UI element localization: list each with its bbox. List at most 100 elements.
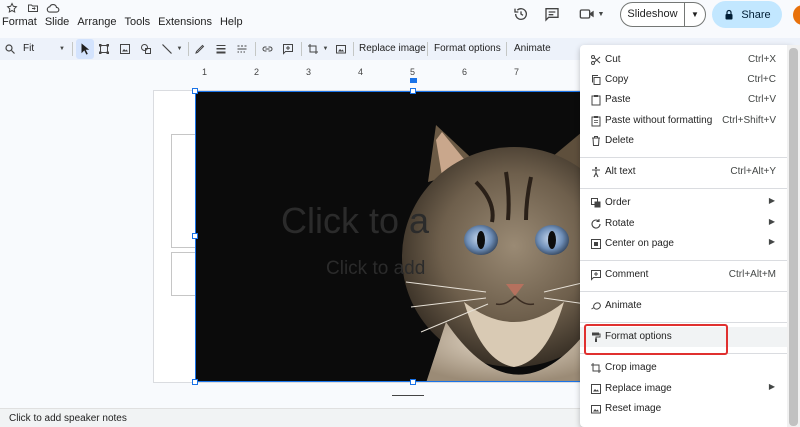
comment-add-icon [590,269,602,281]
title-placeholder-box[interactable] [171,134,195,248]
insert-image-icon[interactable] [119,43,131,55]
order-icon [590,197,602,209]
menu-item-label: Crop image [605,362,657,373]
replace-image-button[interactable]: Replace image [359,43,426,54]
video-call-icon[interactable] [579,7,595,21]
menu-item-label: Comment [605,269,649,280]
paste-icon [590,94,602,106]
menu-item-copy[interactable]: Copy Ctrl+C [580,70,793,90]
shape-icon[interactable] [140,43,152,55]
menu-item-label: Center on page [605,238,674,249]
menu-arrange[interactable]: Arrange [77,16,116,32]
menu-item-replace-image[interactable]: Replace image ▶ [580,379,793,399]
ruler-label: 6 [462,67,468,77]
pen-icon[interactable] [194,43,206,55]
menu-item-label: Replace image [605,383,672,394]
zoom-select[interactable]: Fit [23,43,34,54]
menu-item-shortcut: Ctrl+X [747,54,776,65]
add-comment-icon[interactable] [282,43,294,55]
menu-help[interactable]: Help [220,16,243,32]
menu-extensions[interactable]: Extensions [158,16,212,32]
menu-separator [580,157,793,158]
menu-separator [580,322,793,323]
avatar[interactable] [793,5,800,25]
menu-item-label: Paste [605,94,631,105]
menu-item-comment[interactable]: Comment Ctrl+Alt+M [580,265,793,285]
crop-dropdown-icon[interactable]: ▼ [322,45,329,53]
menu-item-center-on-page[interactable]: Center on page ▶ [580,234,793,254]
copy-icon [590,74,602,86]
resize-handle-left[interactable] [192,233,198,239]
menu-item-label: Reset image [605,403,662,414]
menu-tools[interactable]: Tools [124,16,150,32]
video-call-dropdown-icon[interactable]: ▼ [597,10,605,18]
menu-item-order[interactable]: Order ▶ [580,193,793,213]
menu-slide[interactable]: Slide [45,16,69,32]
resize-handle-bottom-left[interactable] [192,379,198,385]
reset-image-tool-icon[interactable] [335,43,347,55]
menu-item-alt-text[interactable]: Alt text Ctrl+Alt+Y [580,162,793,182]
menu-separator [580,260,793,261]
menu-item-shortcut: Ctrl+C [747,74,776,85]
submenu-arrow-icon: ▶ [768,217,775,226]
menu-item-animate[interactable]: Animate [580,296,793,316]
ruler-label: 7 [514,67,520,77]
select-frame-icon[interactable] [98,43,110,55]
line-dropdown-icon[interactable]: ▼ [176,45,183,53]
format-options-button[interactable]: Format options [434,43,501,54]
menu-item-cut[interactable]: Cut Ctrl+X [580,50,793,70]
line-dash-icon[interactable] [236,43,248,55]
share-label: Share [741,8,771,21]
subtitle-placeholder-text[interactable]: Click to add subtitle [326,258,426,280]
animate-button[interactable]: Animate [514,43,551,54]
menu-bar: Format Slide Arrange Tools Extensions He… [0,16,251,32]
slideshow-label[interactable]: Slideshow [621,3,685,26]
menu-item-shortcut: Ctrl+V [747,94,776,105]
menu-item-label: Copy [605,74,629,85]
subtitle-placeholder-box[interactable] [171,252,195,296]
cloud-status-icon[interactable] [46,2,60,14]
resize-handle-top-left[interactable] [192,88,198,94]
share-button[interactable]: Share [712,1,782,28]
submenu-arrow-icon: ▶ [768,196,775,205]
menu-item-label: Animate [605,300,642,311]
title-placeholder-text[interactable]: Click to add title [281,200,429,242]
line-weight-icon[interactable] [215,43,227,55]
menu-item-paste-without-formatting[interactable]: Paste without formatting Ctrl+Shift+V [580,111,793,131]
select-cursor-icon[interactable] [79,42,91,56]
line-icon[interactable] [161,43,173,55]
crop-tool-icon[interactable] [307,43,319,55]
format-options-highlight-box [584,324,728,355]
resize-handle-top[interactable] [410,88,416,94]
zoom-icon[interactable] [4,43,16,55]
ruler-label: 1 [202,67,208,77]
menu-item-delete[interactable]: Delete [580,131,793,151]
history-icon[interactable] [513,6,529,22]
rotate-icon [590,218,602,230]
menu-format[interactable]: Format [2,16,37,32]
star-icon[interactable] [6,2,18,14]
menu-item-paste[interactable]: Paste Ctrl+V [580,90,793,110]
menu-item-crop-image[interactable]: Crop image [580,358,793,378]
ruler-label: 4 [358,67,364,77]
menu-item-label: Order [605,197,631,208]
move-folder-icon[interactable] [27,2,39,14]
accessibility-icon [590,166,602,178]
comments-icon[interactable] [544,6,560,22]
menu-scrollbar-thumb[interactable] [789,48,798,426]
slideshow-dropdown-icon[interactable]: ▼ [685,10,705,19]
link-icon[interactable] [261,43,274,55]
menu-item-label: Alt text [605,166,636,177]
slideshow-button[interactable]: Slideshow ▼ [620,2,706,27]
submenu-arrow-icon: ▶ [768,237,775,246]
speaker-notes-placeholder[interactable]: Click to add speaker notes [9,413,127,424]
menu-item-reset-image[interactable]: Reset image [580,399,793,419]
resize-handle-bottom[interactable] [410,379,416,385]
notes-resize-grip[interactable] [392,395,424,396]
menu-item-label: Rotate [605,218,635,229]
ruler-indent-marker[interactable] [410,78,417,83]
zoom-dropdown-icon[interactable]: ▼ [58,45,66,53]
menu-item-rotate[interactable]: Rotate ▶ [580,214,793,234]
submenu-arrow-icon: ▶ [768,382,775,391]
animate-icon [590,300,602,312]
